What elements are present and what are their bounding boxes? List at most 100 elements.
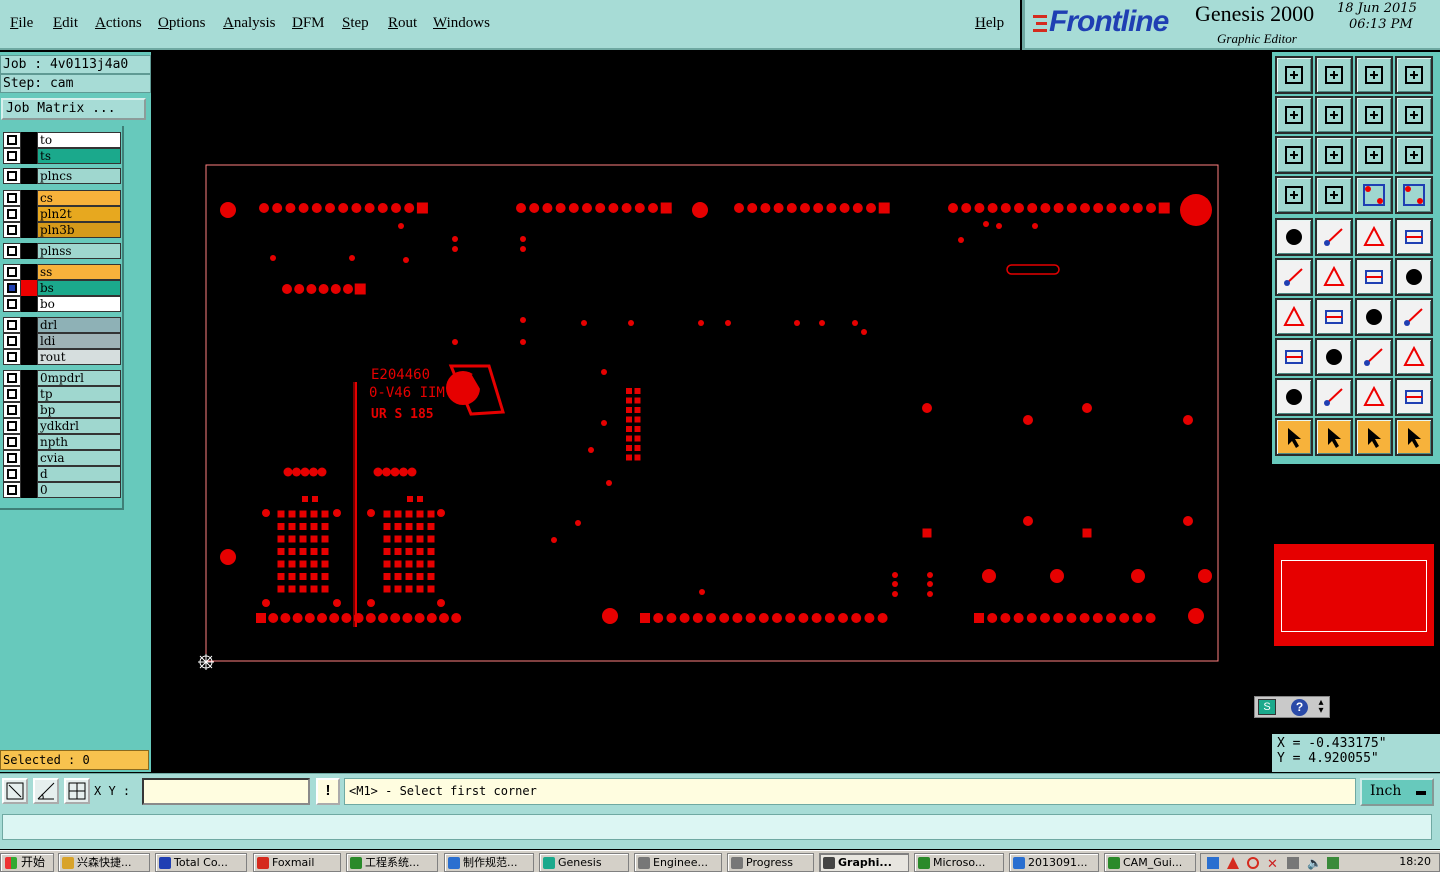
unit-selector[interactable]: Inch — [1360, 778, 1434, 806]
layer-name[interactable]: plnss — [37, 243, 121, 259]
taskbar-item[interactable]: Microso... — [914, 853, 1004, 872]
layer-side-indicator[interactable] — [21, 450, 37, 466]
layer-name[interactable]: ts — [37, 148, 121, 164]
layer-name[interactable]: bp — [37, 402, 121, 418]
layer-name[interactable]: rout — [37, 349, 121, 365]
layer-checkbox[interactable] — [7, 389, 17, 399]
layer-checkbox[interactable] — [7, 421, 17, 431]
layer-side-indicator[interactable] — [21, 168, 37, 184]
layer-checkbox[interactable] — [7, 352, 17, 362]
connect-icon[interactable] — [1275, 258, 1313, 296]
layer-side-indicator[interactable] — [21, 296, 37, 312]
menu-edit[interactable]: Edit — [53, 15, 78, 32]
taskbar-item[interactable]: Graphi... — [819, 853, 909, 872]
layer-checkbox[interactable] — [7, 246, 17, 256]
overview-viewport-frame[interactable] — [1281, 560, 1427, 632]
layer-name[interactable]: ydkdrl — [37, 418, 121, 434]
help-icon[interactable]: ? — [1291, 699, 1308, 716]
overview-map[interactable] — [1274, 544, 1434, 646]
layer-name[interactable]: cs — [37, 190, 121, 206]
copy-shape-icon[interactable] — [1315, 218, 1353, 256]
minus-line-icon[interactable] — [1315, 338, 1353, 376]
layer-side-indicator[interactable] — [21, 132, 37, 148]
step-out-icon[interactable] — [1315, 96, 1353, 134]
layer-row-d[interactable]: d — [3, 466, 121, 482]
home-icon[interactable] — [1355, 56, 1393, 94]
layer-row-pln2t[interactable]: pln2t — [3, 206, 121, 222]
layer-checkbox[interactable] — [7, 267, 17, 277]
layer-name[interactable]: bs — [37, 280, 121, 296]
layer-row-cs[interactable]: cs — [3, 190, 121, 206]
polygon-icon[interactable] — [1355, 378, 1393, 416]
step-in-icon[interactable] — [1275, 96, 1313, 134]
layer-row-plnss[interactable]: plnss — [3, 243, 121, 259]
layer-row-plncs[interactable]: plncs — [3, 168, 121, 184]
tray-app-icon[interactable] — [1207, 857, 1219, 869]
layer-name[interactable]: plncs — [37, 168, 121, 184]
layer-checkbox[interactable] — [7, 437, 17, 447]
pcb-drawing[interactable]: E204460 0-V46 IIM UR S 185 — [151, 52, 1272, 773]
layer-checkbox[interactable] — [7, 283, 17, 293]
zoom-fit-icon[interactable] — [1275, 136, 1313, 174]
layer-checkbox[interactable] — [7, 299, 17, 309]
layer-side-indicator[interactable] — [21, 190, 37, 206]
layer-checkbox[interactable] — [7, 485, 17, 495]
layer-checkbox[interactable] — [7, 373, 17, 383]
layer-name[interactable]: bo — [37, 296, 121, 312]
edit-line-icon[interactable] — [1315, 298, 1353, 336]
frame-icon[interactable] — [1355, 338, 1393, 376]
menu-dfm[interactable]: DFM — [292, 15, 325, 32]
save-icon[interactable] — [1315, 56, 1353, 94]
layer-row-ydkdrl[interactable]: ydkdrl — [3, 418, 121, 434]
layer-side-indicator[interactable] — [21, 264, 37, 280]
layer-row-drl[interactable]: drl — [3, 317, 121, 333]
taskbar-item[interactable]: Foxmail — [253, 853, 341, 872]
select-arrow-icon[interactable] — [1275, 418, 1313, 456]
layer-checkbox[interactable] — [7, 453, 17, 463]
layer-row-bo[interactable]: bo — [3, 296, 121, 312]
cross-icon[interactable] — [1315, 258, 1353, 296]
taskbar-item[interactable]: Progress — [727, 853, 814, 872]
move-point-icon[interactable] — [1395, 258, 1433, 296]
grid-icon[interactable] — [64, 778, 90, 804]
tray-alert-icon[interactable] — [1227, 857, 1239, 869]
layer-side-indicator[interactable] — [21, 280, 37, 296]
tray-g-icon[interactable] — [1247, 857, 1259, 869]
menu-help[interactable]: Help — [975, 15, 1004, 32]
layer-name[interactable]: cvia — [37, 450, 121, 466]
menu-windows[interactable]: Windows — [433, 15, 490, 32]
layer-name[interactable]: pln2t — [37, 206, 121, 222]
menu-actions[interactable]: Actions — [95, 15, 142, 32]
layer-side-indicator[interactable] — [21, 317, 37, 333]
snap-grid-icon[interactable] — [1355, 176, 1393, 214]
ruler-icon[interactable] — [1355, 218, 1393, 256]
snap-grid-alt-icon[interactable] — [1395, 176, 1433, 214]
taskbar-item[interactable]: Total Co... — [155, 853, 247, 872]
taskbar-item[interactable]: 制作规范... — [444, 853, 534, 872]
swap-icon[interactable] — [1355, 96, 1393, 134]
layer-name[interactable]: ldi — [37, 333, 121, 349]
select-net-icon[interactable] — [1395, 418, 1433, 456]
layer-side-indicator[interactable] — [21, 466, 37, 482]
layer-checkbox[interactable] — [7, 209, 17, 219]
xy-input[interactable] — [142, 778, 310, 805]
layer-name[interactable]: tp — [37, 386, 121, 402]
layer-name[interactable]: d — [37, 466, 121, 482]
open-job-icon[interactable] — [1275, 56, 1313, 94]
tray-network-icon[interactable] — [1287, 857, 1299, 869]
tray-security-icon[interactable] — [1327, 857, 1339, 869]
measure-icon[interactable] — [33, 778, 59, 804]
layer-side-indicator[interactable] — [21, 349, 37, 365]
job-matrix-button[interactable]: Job Matrix ... — [1, 98, 146, 120]
layer-name[interactable]: to — [37, 132, 121, 148]
taskbar-item[interactable]: Genesis — [539, 853, 629, 872]
layer-side-indicator[interactable] — [21, 222, 37, 238]
group-icon[interactable] — [1395, 338, 1433, 376]
taskbar-item[interactable]: 兴森快捷... — [58, 853, 150, 872]
zoom-center-icon[interactable] — [1315, 136, 1353, 174]
key-tool-icon[interactable] — [1275, 176, 1313, 214]
layer-row-ts[interactable]: ts — [3, 148, 121, 164]
taskbar-item[interactable]: 2013091... — [1009, 853, 1099, 872]
taskbar-item[interactable]: Enginee... — [634, 853, 722, 872]
taskbar-item[interactable]: 工程系统... — [346, 853, 438, 872]
